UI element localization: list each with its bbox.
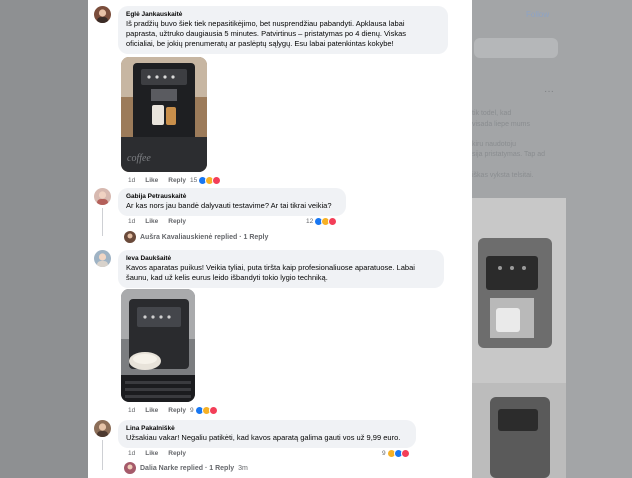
comments-panel: Eglė Jankauskaitė Iš pradžių buvo šiek t…: [88, 0, 472, 478]
comment-bubble: Ieva Daukšaitė Kavos aparatas puikus! Ve…: [118, 250, 444, 288]
reaction-count: 9: [190, 407, 194, 414]
love-reaction-icon: [212, 176, 222, 185]
reply-button[interactable]: Reply: [168, 450, 186, 457]
love-reaction-icon: [328, 217, 338, 226]
comment-bubble: Lina Pakalniškė Užsakiau vakar! Negaliu …: [118, 420, 416, 448]
reaction-count: 12: [306, 218, 314, 225]
comment-actions: 1d Like Reply: [128, 407, 196, 414]
comment-text: šaunu, kad už kelis eurus leido išbandyt…: [126, 273, 328, 282]
background-text: tik todel, kad: [472, 110, 512, 117]
svg-text:coffee: coffee: [127, 153, 151, 164]
avatar[interactable]: [94, 250, 111, 267]
thread-line: [102, 208, 103, 236]
comment-text: paprasta, užtruko daugiausia 5 minutes. …: [126, 29, 407, 38]
comment-time: 1d: [128, 407, 136, 414]
reaction-count: 9: [382, 450, 386, 457]
comment-photo[interactable]: [121, 289, 195, 402]
comment-time: 1d: [128, 177, 136, 184]
view-replies-link[interactable]: Dalia Narke replied · 1 Reply 3m: [124, 462, 248, 474]
comment-text: Užsakiau vakar! Negaliu patikėti, kad ka…: [126, 433, 401, 442]
comment-author[interactable]: Ieva Daukšaitė: [126, 254, 436, 263]
reaction-count: 15: [190, 177, 198, 184]
reaction-summary[interactable]: 9: [190, 406, 218, 415]
comment-text: Iš pradžių buvo šiek tiek nepasitikėjimo…: [126, 19, 405, 28]
background-post-image: [472, 383, 566, 478]
comment-actions: 1d Like Reply: [128, 218, 196, 225]
background-text: visada liepe mums: [472, 121, 530, 128]
reply-button[interactable]: Reply: [168, 407, 186, 414]
reaction-summary[interactable]: 9: [382, 449, 410, 458]
reply-button[interactable]: Reply: [168, 218, 186, 225]
comment-actions: 1d Like Reply: [128, 450, 196, 457]
background-text: kiru naudotoju: [472, 141, 516, 148]
view-replies-text[interactable]: Aušra Kavaliauskienė replied · 1 Reply: [140, 234, 268, 241]
reaction-summary[interactable]: 12: [306, 217, 338, 226]
thread-line: [102, 440, 103, 470]
like-button[interactable]: Like: [145, 218, 158, 225]
reply-time: 3m: [238, 464, 248, 472]
love-reaction-icon: [400, 449, 410, 458]
comment-author[interactable]: Eglė Jankauskaitė: [126, 10, 440, 19]
comment-bubble: Eglė Jankauskaitė Iš pradžių buvo šiek t…: [118, 6, 448, 54]
reply-avatar: [124, 462, 136, 474]
comment-time: 1d: [128, 218, 136, 225]
background-text: sija pristatymas. Tap ad: [472, 151, 546, 158]
background-follow-link: Follow: [526, 10, 550, 19]
avatar[interactable]: [94, 6, 111, 23]
view-replies-text[interactable]: Dalia Narke replied · 1 Reply: [140, 465, 234, 472]
view-replies-link[interactable]: Aušra Kavaliauskienė replied · 1 Reply: [124, 231, 268, 243]
comment-text: Ar kas nors jau bandė dalyvauti testavim…: [126, 201, 332, 210]
reaction-summary[interactable]: 15: [190, 176, 222, 185]
like-button[interactable]: Like: [145, 407, 158, 414]
comment-bubble: Gabija Petrauskaitė Ar kas nors jau band…: [118, 188, 346, 216]
comment-actions: 1d Like Reply: [128, 177, 196, 184]
like-button[interactable]: Like: [145, 450, 158, 457]
comment-photo[interactable]: coffee: [121, 57, 207, 172]
comment-author[interactable]: Gabija Petrauskaitė: [126, 192, 338, 201]
comment-author[interactable]: Lina Pakalniškė: [126, 424, 408, 433]
avatar[interactable]: [94, 188, 111, 205]
reply-button[interactable]: Reply: [168, 177, 186, 184]
background-post-image: [472, 198, 566, 383]
comment-text: oficialiai, be jokių prenumeratų ar pasl…: [126, 39, 394, 48]
background-text: iškas vyksta telsitai.: [472, 172, 534, 179]
background-card: [474, 38, 558, 58]
reply-avatar: [124, 231, 136, 243]
avatar[interactable]: [94, 420, 111, 437]
love-reaction-icon: [208, 406, 218, 415]
more-options-icon: ···: [544, 86, 554, 97]
like-button[interactable]: Like: [145, 177, 158, 184]
comment-text: Kavos aparatas puikus! Veikia tyliai, pu…: [126, 263, 415, 272]
comment-time: 1d: [128, 450, 136, 457]
